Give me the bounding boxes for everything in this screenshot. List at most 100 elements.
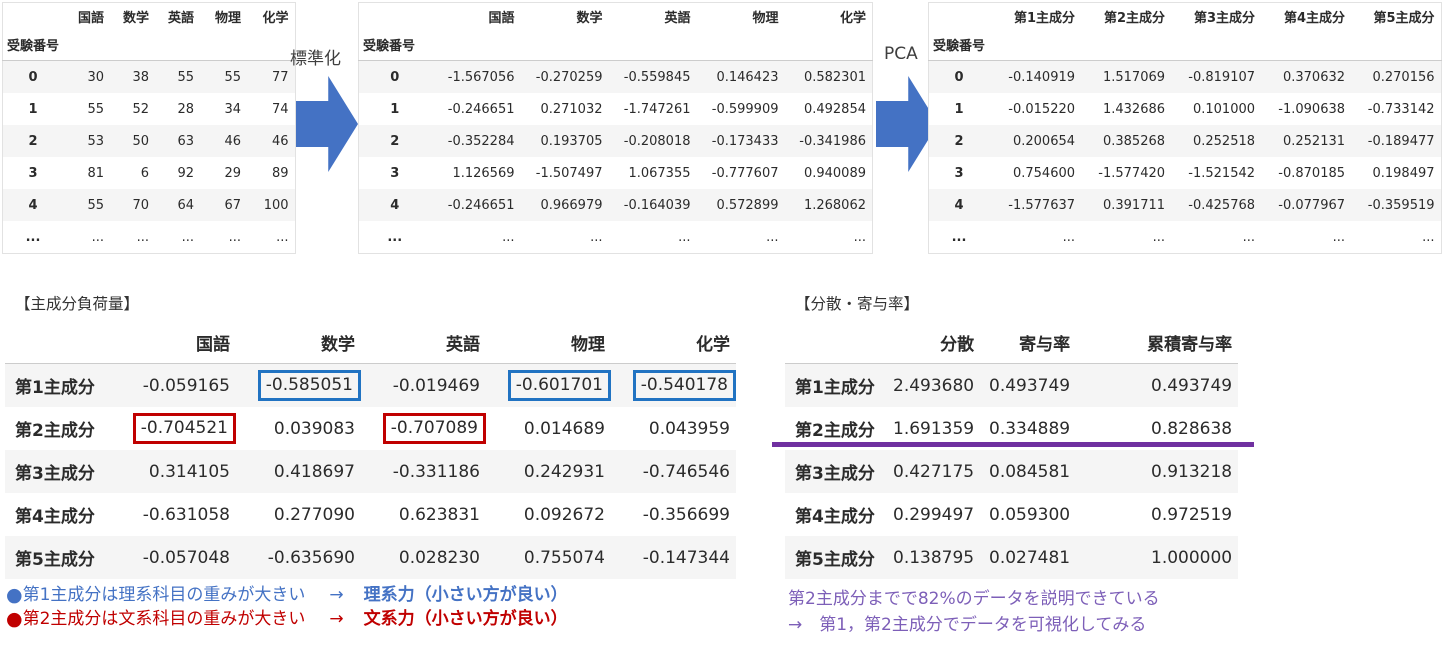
standardized-cell: -0.777607 bbox=[697, 157, 785, 189]
pca-cell: 0.252518 bbox=[1171, 125, 1261, 157]
standardized-column-header: 物理 bbox=[697, 3, 785, 30]
variance-column-header: 寄与率 bbox=[980, 321, 1076, 364]
loadings-corner bbox=[5, 321, 111, 364]
variance-row-index: 第3主成分 bbox=[785, 450, 889, 493]
variance-row-index: 第5主成分 bbox=[785, 536, 889, 579]
standardized-index-name-spacer bbox=[697, 29, 785, 61]
raw-column-header: 数学 bbox=[110, 3, 155, 30]
pca-cell: 0.370632 bbox=[1261, 61, 1351, 94]
standardized-row: 2-0.3522840.193705-0.208018-0.173433-0.3… bbox=[359, 125, 873, 157]
highlight-blue-box: -0.540178 bbox=[633, 370, 736, 401]
loadings-cell: -0.540178 bbox=[611, 364, 736, 408]
pca-row-index: 4 bbox=[929, 189, 992, 221]
loadings-cell: -0.635690 bbox=[236, 536, 361, 579]
raw-cell: 64 bbox=[155, 189, 200, 221]
raw-column-header: 英語 bbox=[155, 3, 200, 30]
raw-index-name: 受験番号 bbox=[3, 29, 66, 61]
standardized-cell: 0.940089 bbox=[785, 157, 873, 189]
raw-cell: 55 bbox=[200, 61, 247, 94]
raw-cell: 77 bbox=[247, 61, 295, 94]
pca-column-header: 第1主成分 bbox=[991, 3, 1081, 30]
highlight-blue-box: -0.585051 bbox=[258, 370, 361, 401]
raw-column-header: 物理 bbox=[200, 3, 247, 30]
right-arrow-glyph: → bbox=[329, 585, 343, 605]
pca-workflow-slide: 国語数学英語物理化学受験番号03038555577155522834742535… bbox=[0, 0, 1442, 651]
loadings-cell: 0.043959 bbox=[611, 407, 736, 450]
pca-index-name-spacer bbox=[1351, 29, 1441, 61]
standardize-arrow-icon bbox=[296, 76, 358, 172]
standardized-scores-block: 国語数学英語物理化学受験番号0-1.567056-0.270259-0.5598… bbox=[358, 2, 873, 254]
variance-cell: 2.493680 bbox=[889, 364, 980, 408]
loadings-notes: ●第1主成分は理系科目の重みが大きい→理系力（小さい方が良い） ●第2主成分は文… bbox=[6, 583, 568, 631]
pca-row-index: 1 bbox=[929, 93, 992, 125]
pca-index-name-spacer bbox=[1171, 29, 1261, 61]
loadings-cell: 0.418697 bbox=[236, 450, 361, 493]
raw-row: 25350634646 bbox=[3, 125, 296, 157]
loadings-block: 【主成分負荷量】 国語数学英語物理化学第1主成分-0.059165-0.5850… bbox=[5, 292, 736, 579]
standardized-row: 4-0.2466510.966979-0.1640390.5728991.268… bbox=[359, 189, 873, 221]
standardize-label: 標準化 bbox=[290, 44, 341, 69]
pca-corner bbox=[929, 3, 992, 30]
variance-cell: 0.913218 bbox=[1076, 450, 1238, 493]
pca-cell: ... bbox=[1081, 221, 1171, 254]
raw-cell: 55 bbox=[155, 61, 200, 94]
raw-cell: ... bbox=[200, 221, 247, 254]
raw-cell: 46 bbox=[247, 125, 295, 157]
standardized-index-name-spacer bbox=[609, 29, 697, 61]
loadings-cell: 0.092672 bbox=[486, 493, 611, 536]
variance-notes: 第2主成分までで82%のデータを説明できている → 第1，第2主成分でデータを可… bbox=[788, 586, 1160, 638]
pca-index-name-spacer bbox=[1081, 29, 1171, 61]
variance-table: 分散寄与率累積寄与率第1主成分2.4936800.4937490.493749第… bbox=[785, 321, 1238, 579]
loadings-column-header: 物理 bbox=[486, 321, 611, 364]
pca-index-name-spacer bbox=[991, 29, 1081, 61]
loadings-cell: -0.585051 bbox=[236, 364, 361, 408]
standardized-row: .................. bbox=[359, 221, 873, 254]
variance-block: 【分散・寄与率】 分散寄与率累積寄与率第1主成分2.4936800.493749… bbox=[785, 292, 1238, 579]
loadings-cell: 0.314105 bbox=[111, 450, 236, 493]
raw-cell: 74 bbox=[247, 93, 295, 125]
pca-cell: 0.198497 bbox=[1351, 157, 1441, 189]
standardized-row: 31.126569-1.5074971.067355-0.7776070.940… bbox=[359, 157, 873, 189]
variance-column-header: 累積寄与率 bbox=[1076, 321, 1238, 364]
loadings-row-index: 第1主成分 bbox=[5, 364, 111, 408]
standardized-row: 0-1.567056-0.270259-0.5598450.1464230.58… bbox=[359, 61, 873, 94]
note-second-pc: ●第2主成分は文系科目の重みが大きい→文系力（小さい方が良い） bbox=[6, 607, 568, 631]
pca-cell: -0.733142 bbox=[1351, 93, 1441, 125]
standardized-column-header: 英語 bbox=[609, 3, 697, 30]
raw-cell: ... bbox=[247, 221, 295, 254]
note-second-pc-text: 第2主成分は文系科目の重みが大きい bbox=[23, 609, 306, 629]
pca-cell: ... bbox=[1171, 221, 1261, 254]
raw-row: 455706467100 bbox=[3, 189, 296, 221]
pca-cell: -0.359519 bbox=[1351, 189, 1441, 221]
pca-index-name-spacer bbox=[1261, 29, 1351, 61]
standardized-cell: ... bbox=[609, 221, 697, 254]
raw-row-index: 1 bbox=[3, 93, 66, 125]
standardized-cell: 0.492854 bbox=[785, 93, 873, 125]
pca-row-index: 3 bbox=[929, 157, 992, 189]
raw-cell: 34 bbox=[200, 93, 247, 125]
standardized-index-name-spacer bbox=[521, 29, 609, 61]
standardized-row-index: 2 bbox=[359, 125, 433, 157]
pca-cell: -1.577420 bbox=[1081, 157, 1171, 189]
standardized-column-header: 国語 bbox=[433, 3, 521, 30]
raw-index-name-spacer bbox=[155, 29, 200, 61]
pca-row: .................. bbox=[929, 221, 1442, 254]
standardized-column-header: 数学 bbox=[521, 3, 609, 30]
standardized-cell: 0.271032 bbox=[521, 93, 609, 125]
raw-cell: 70 bbox=[110, 189, 155, 221]
loadings-row-index: 第4主成分 bbox=[5, 493, 111, 536]
loadings-row-index: 第3主成分 bbox=[5, 450, 111, 493]
raw-cell: 50 bbox=[110, 125, 155, 157]
standardized-cell: -0.559845 bbox=[609, 61, 697, 94]
standardized-row: 1-0.2466510.271032-1.747261-0.5999090.49… bbox=[359, 93, 873, 125]
pca-cell: 0.200654 bbox=[991, 125, 1081, 157]
standardized-cell: ... bbox=[521, 221, 609, 254]
raw-scores-block: 国語数学英語物理化学受験番号03038555577155522834742535… bbox=[2, 2, 296, 254]
loadings-cell: -0.331186 bbox=[361, 450, 486, 493]
pca-row: 30.754600-1.577420-1.521542-0.8701850.19… bbox=[929, 157, 1442, 189]
standardized-cell: 0.146423 bbox=[697, 61, 785, 94]
loadings-cell: 0.014689 bbox=[486, 407, 611, 450]
pca-column-header: 第2主成分 bbox=[1081, 3, 1171, 30]
standardized-scores-table: 国語数学英語物理化学受験番号0-1.567056-0.270259-0.5598… bbox=[358, 2, 873, 254]
pca-scores-block: 第1主成分第2主成分第3主成分第4主成分第5主成分受験番号0-0.1409191… bbox=[928, 2, 1442, 254]
